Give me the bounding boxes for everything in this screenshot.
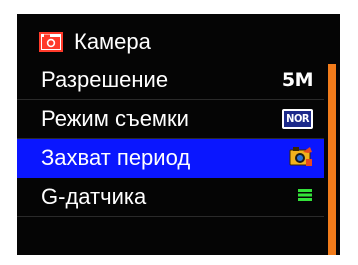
shooting-mode-value: NOR: [282, 107, 313, 131]
shooting-mode-badge: NOR: [282, 109, 313, 129]
resolution-value: 5M: [281, 68, 314, 92]
settings-menu: Разрешение 5M Режим съемки NOR Захват пе…: [17, 61, 324, 255]
g-sensor-icon: [297, 188, 313, 207]
camera-icon: [39, 32, 63, 52]
menu-item-interval-capture[interactable]: Захват период: [17, 139, 324, 178]
menu-item-shooting-mode[interactable]: Режим съемки NOR: [17, 100, 324, 139]
g-sensor-value: [297, 185, 313, 209]
menu-item-label: Разрешение: [41, 67, 169, 92]
page-title: Камера: [74, 29, 151, 54]
menu-item-resolution[interactable]: Разрешение 5M: [17, 61, 324, 100]
interval-capture-value: [289, 146, 313, 170]
menu-scrollbar[interactable]: [328, 64, 336, 255]
menu-item-label: Захват период: [41, 145, 191, 170]
menu-item-label: Режим съемки: [41, 106, 189, 131]
menu-item-g-sensor[interactable]: G-датчика: [17, 178, 324, 217]
menu-item-empty: [17, 217, 324, 256]
menu-item-label: G-датчика: [41, 184, 147, 209]
menu-header: Камера: [17, 14, 340, 61]
camera-menu-screen: Камера Разрешение 5M Режим съемки NOR За…: [17, 14, 340, 255]
resolution-value-text: 5M: [281, 69, 314, 91]
interval-capture-icon: [289, 145, 313, 172]
